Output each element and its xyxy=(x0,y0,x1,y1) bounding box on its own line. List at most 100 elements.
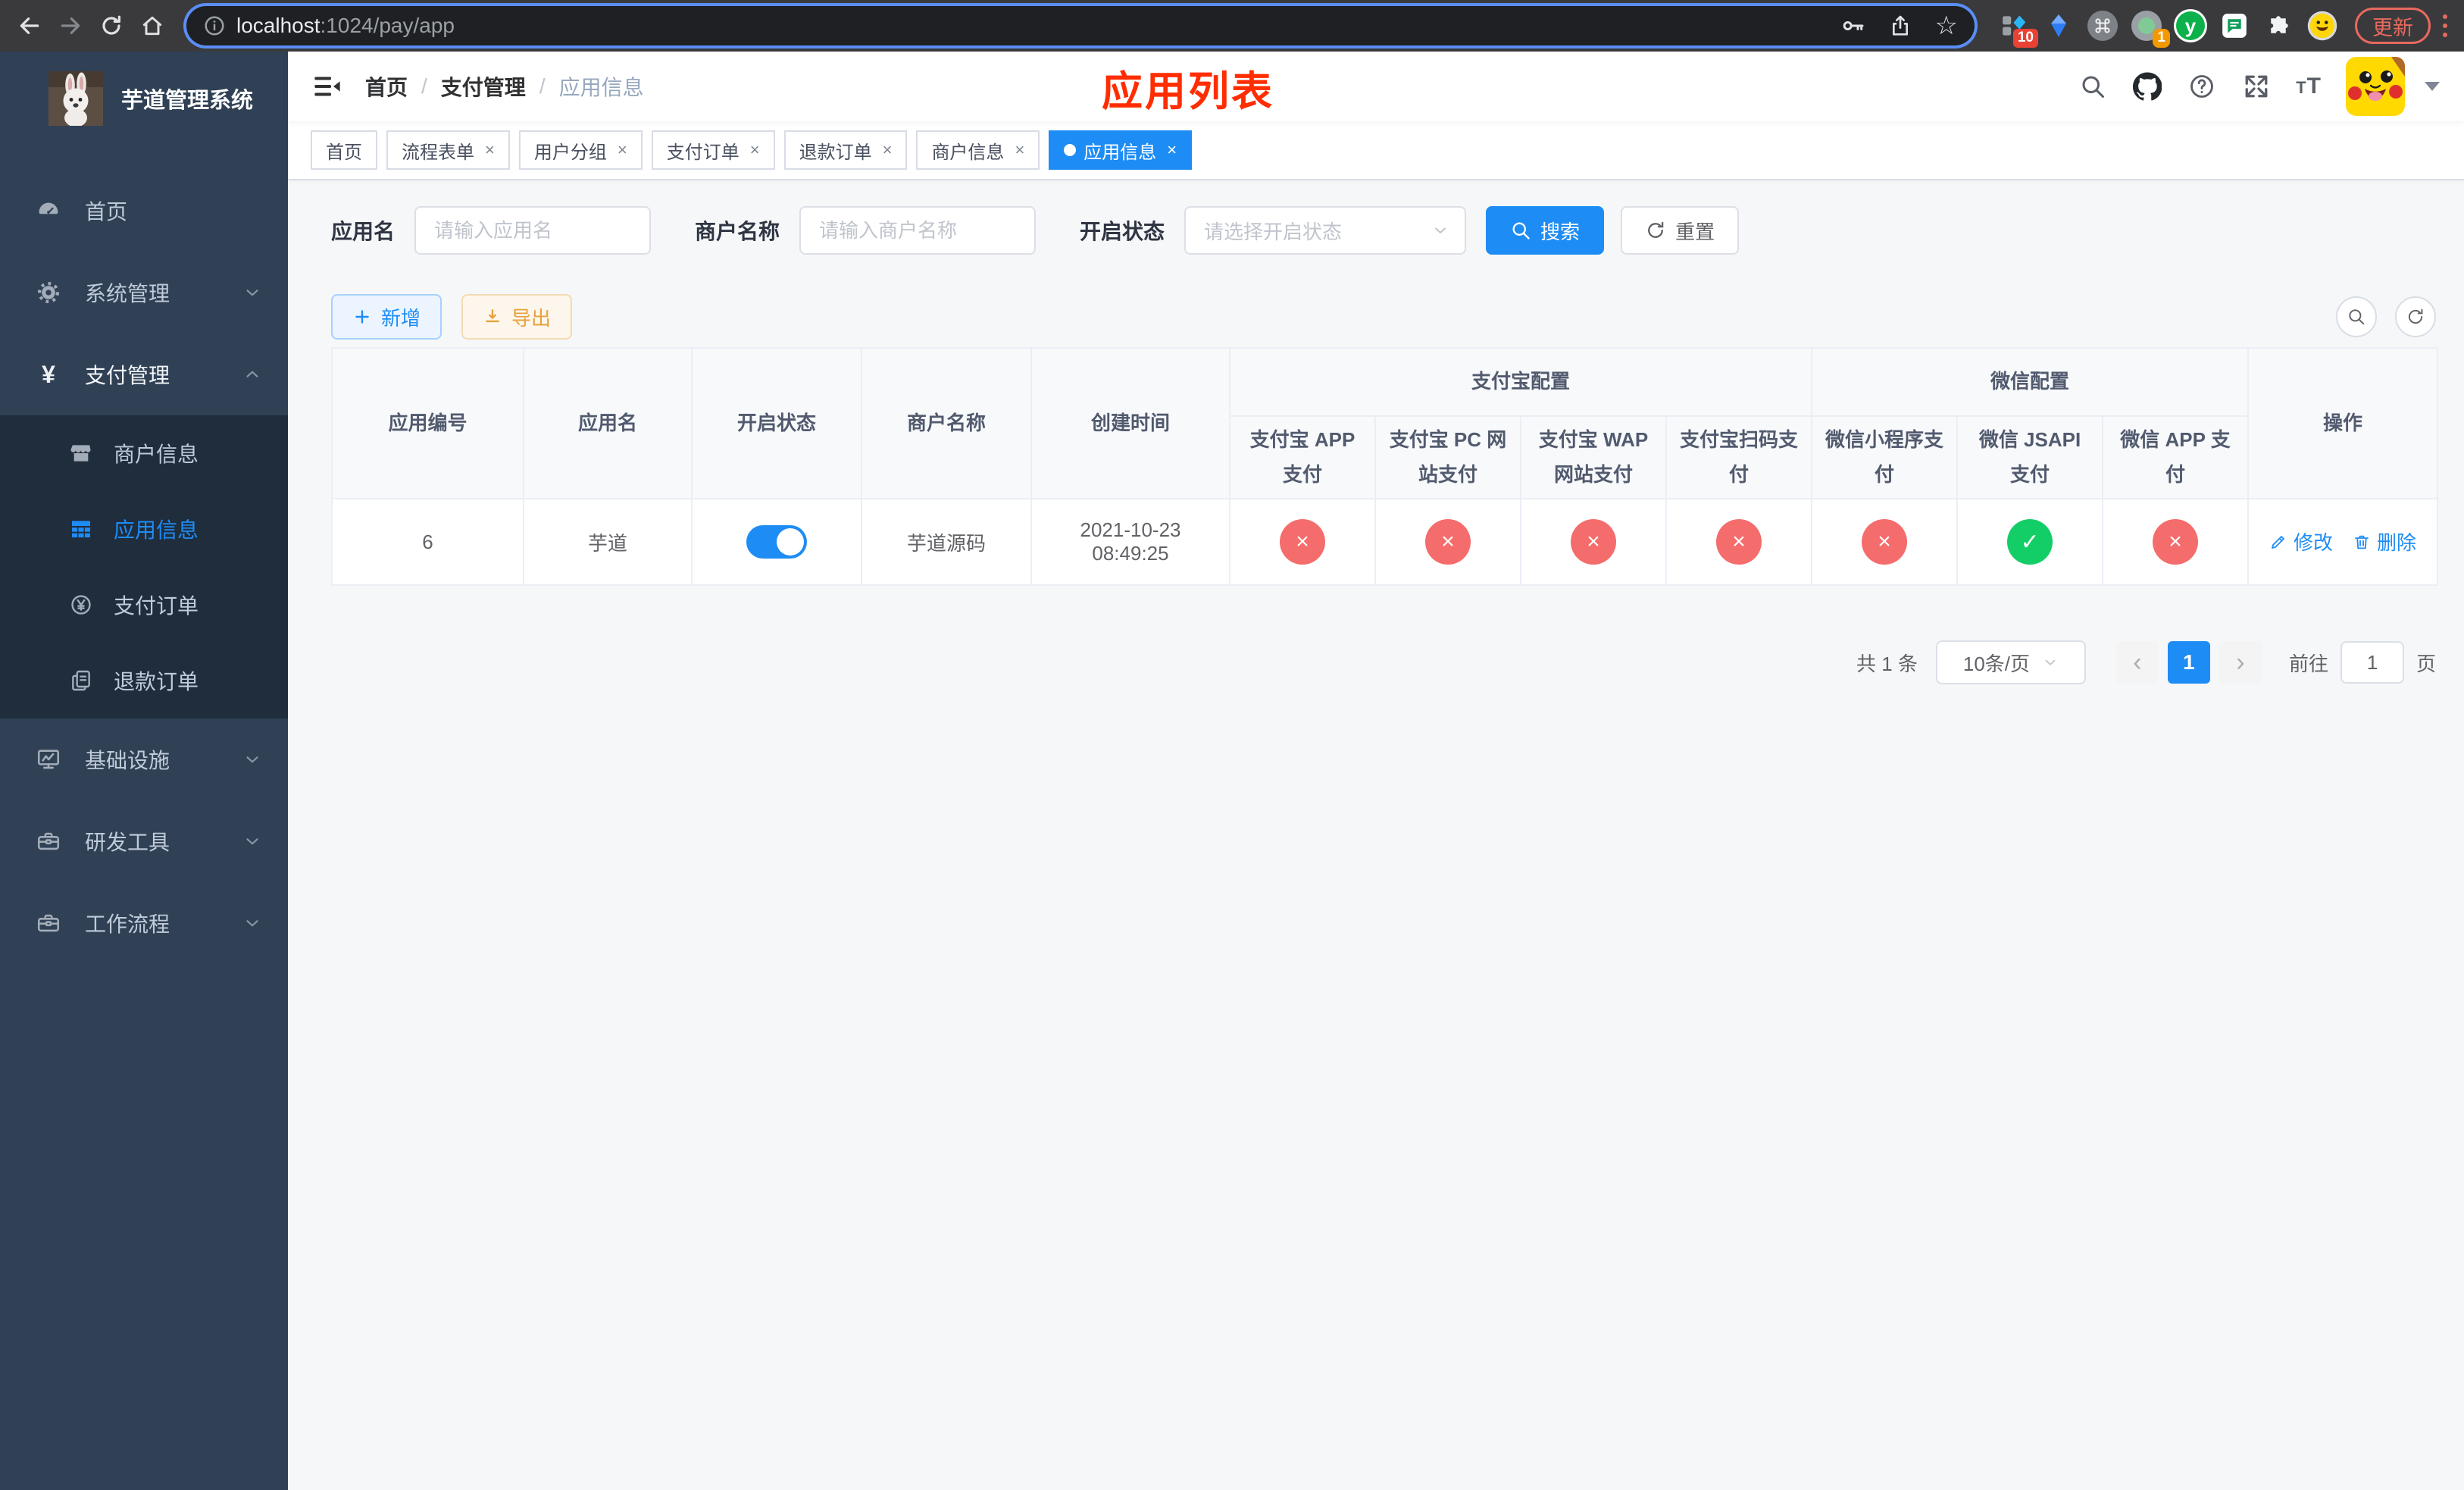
breadcrumb-payment[interactable]: 支付管理 xyxy=(441,71,526,102)
alipay-app-status-icon: × xyxy=(1280,519,1325,565)
browser-menu-icon[interactable] xyxy=(2438,10,2452,42)
sidebar-item-workflow[interactable]: 工作流程 xyxy=(0,882,288,964)
sidebar-item-infrastructure[interactable]: 基础设施 xyxy=(0,718,288,800)
font-size-icon[interactable]: TT xyxy=(2296,74,2322,99)
close-icon[interactable]: × xyxy=(1015,140,1024,160)
sidebar-item-home[interactable]: 首页 xyxy=(0,170,288,252)
tag-process-form[interactable]: 流程表单 × xyxy=(386,130,510,170)
browser-reload-button[interactable] xyxy=(94,8,129,43)
tag-home[interactable]: 首页 xyxy=(311,130,377,170)
page-1-button[interactable]: 1 xyxy=(2167,641,2210,684)
chat-extension-icon[interactable] xyxy=(2217,8,2252,43)
search-button[interactable]: 搜索 xyxy=(1486,206,1605,255)
extensions-puzzle-icon[interactable] xyxy=(2261,8,2296,43)
status-select[interactable]: 请选择开启状态 xyxy=(1184,206,1467,255)
browser-update-button[interactable]: 更新 xyxy=(2355,8,2431,44)
wechat-mini-status-icon: × xyxy=(1862,519,1908,565)
close-icon[interactable]: × xyxy=(485,140,495,160)
tag-app-info[interactable]: 应用信息 × xyxy=(1049,130,1193,170)
close-icon[interactable]: × xyxy=(883,140,893,160)
col-alipay-app: 支付宝 APP 支付 xyxy=(1229,415,1376,499)
fullscreen-icon[interactable] xyxy=(2241,71,2272,102)
chevron-down-icon xyxy=(242,750,262,769)
profile-emoji-icon[interactable] xyxy=(2305,8,2340,43)
documents-icon xyxy=(68,668,94,693)
goto-label: 前往 xyxy=(2288,652,2328,675)
chevron-up-icon xyxy=(242,365,262,384)
page-size-select[interactable]: 10条/页 xyxy=(1935,640,2086,684)
add-button[interactable]: 新增 xyxy=(331,294,442,340)
group-alipay-config: 支付宝配置 xyxy=(1228,347,1813,417)
navbar-actions: TT xyxy=(2078,57,2440,116)
user-avatar[interactable] xyxy=(2346,57,2405,116)
search-icon[interactable] xyxy=(2078,71,2108,102)
total-count: 共 1 条 xyxy=(1856,652,1918,675)
sidebar-item-merchant-info[interactable]: 商户信息 xyxy=(0,415,288,491)
col-alipay-pc: 支付宝 PC 网站支付 xyxy=(1374,415,1521,499)
help-icon[interactable] xyxy=(2187,71,2217,102)
col-app-id: 应用编号 xyxy=(331,347,524,499)
sidebar-item-pay-orders[interactable]: 支付订单 xyxy=(0,567,288,643)
app-name-input[interactable] xyxy=(414,206,652,255)
tag-pay-orders[interactable]: 支付订单 × xyxy=(651,130,775,170)
address-bar[interactable]: localhost :1024/pay/app ☆ xyxy=(186,6,1975,45)
command-extension-icon[interactable] xyxy=(2085,8,2120,43)
browser-forward-button[interactable] xyxy=(53,8,88,43)
reset-button[interactable]: 重置 xyxy=(1621,206,1740,255)
sidebar: 芋道管理系统 首页 系统管理 ¥ 支付管理 商户信息 应用信息 支付订单 退款订… xyxy=(0,52,288,1490)
col-alipay-qr: 支付宝扫码支付 xyxy=(1665,415,1813,499)
tag-user-group[interactable]: 用户分组 × xyxy=(518,130,643,170)
pinned-extension-icon[interactable]: 10 xyxy=(1997,8,2038,48)
breadcrumb: 首页 / 支付管理 / 应用信息 xyxy=(365,71,644,102)
sidebar-logo[interactable]: 芋道管理系统 xyxy=(0,52,288,144)
export-button[interactable]: 导出 xyxy=(461,294,573,340)
refresh-table-button[interactable] xyxy=(2395,296,2436,337)
status-toggle[interactable] xyxy=(746,525,807,559)
show-search-toggle-button[interactable] xyxy=(2336,296,2377,337)
sidebar-item-refund-orders[interactable]: 退款订单 xyxy=(0,643,288,718)
url-path: :1024/pay/app xyxy=(320,14,455,37)
toolbox-icon xyxy=(35,909,62,937)
merchant-name-input[interactable] xyxy=(799,206,1037,255)
gear-icon xyxy=(35,279,62,306)
chevron-down-icon xyxy=(242,913,262,933)
cell-merchant: 芋道源码 xyxy=(861,498,1032,586)
col-merchant: 商户名称 xyxy=(861,347,1032,499)
wechat-jsapi-status-icon: ✓ xyxy=(2007,519,2053,565)
tag-merchant-info[interactable]: 商户信息 × xyxy=(916,130,1040,170)
close-icon[interactable]: × xyxy=(618,140,627,160)
tag-refund-orders[interactable]: 退款订单 × xyxy=(783,130,908,170)
edit-link[interactable]: 修改 xyxy=(2269,527,2333,556)
gem-extension-icon[interactable] xyxy=(2041,8,2076,43)
password-key-icon[interactable] xyxy=(1841,14,1865,38)
rabbit-logo-image xyxy=(48,71,103,126)
close-icon[interactable]: × xyxy=(750,140,760,160)
sidebar-item-dev-tools[interactable]: 研发工具 xyxy=(0,800,288,882)
goto-page-input[interactable] xyxy=(2340,641,2404,684)
toolbox-icon xyxy=(35,828,62,855)
next-page-button[interactable]: › xyxy=(2219,641,2262,684)
sidebar-item-payment[interactable]: ¥ 支付管理 xyxy=(0,333,288,415)
bookmark-star-icon[interactable]: ☆ xyxy=(1935,13,1958,39)
delete-link[interactable]: 删除 xyxy=(2353,527,2416,556)
y-extension-icon[interactable]: y xyxy=(2173,8,2208,43)
search-icon xyxy=(2349,309,2365,325)
caret-down-icon[interactable] xyxy=(2425,82,2440,91)
prev-page-button[interactable]: ‹ xyxy=(2115,641,2159,684)
github-icon[interactable] xyxy=(2132,71,2162,102)
hamburger-icon[interactable] xyxy=(312,71,342,102)
col-created: 创建时间 xyxy=(1030,347,1230,499)
app-name-label: 应用名 xyxy=(331,220,396,243)
close-icon[interactable]: × xyxy=(1167,140,1177,160)
sidebar-item-app-info[interactable]: 应用信息 xyxy=(0,491,288,567)
breadcrumb-home[interactable]: 首页 xyxy=(365,71,408,102)
sidebar-item-system[interactable]: 系统管理 xyxy=(0,252,288,333)
browser-back-button[interactable] xyxy=(12,8,47,43)
recorder-extension-icon[interactable]: 1 xyxy=(2129,8,2170,48)
browser-home-button[interactable] xyxy=(135,8,170,43)
trash-icon xyxy=(2355,535,2369,549)
site-info-icon[interactable] xyxy=(203,14,226,37)
extension-badge: 10 xyxy=(2012,29,2038,48)
share-icon[interactable] xyxy=(1888,14,1912,38)
shop-icon xyxy=(68,440,94,466)
